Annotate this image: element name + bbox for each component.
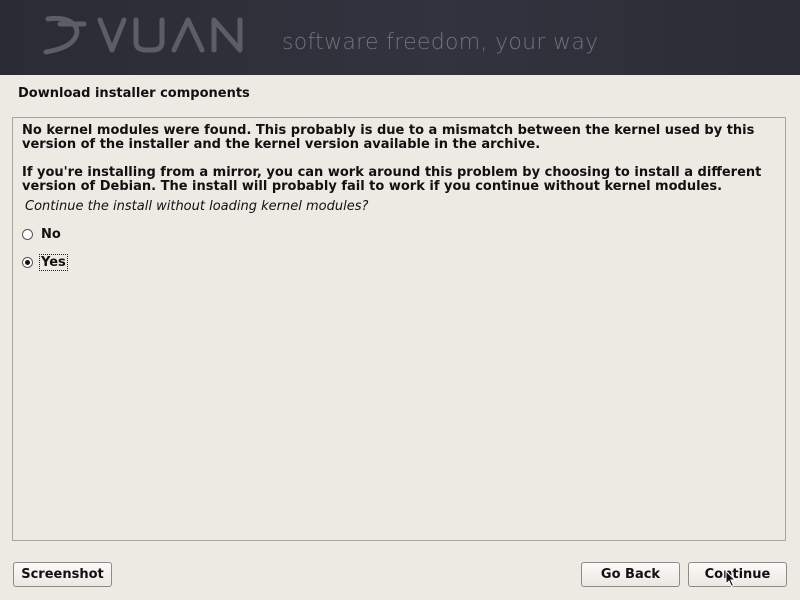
devuan-logo (43, 15, 243, 55)
option-yes-label[interactable]: Yes (39, 253, 68, 271)
header-banner: software freedom, your way (0, 0, 800, 75)
radio-button-no[interactable] (22, 228, 33, 240)
option-no[interactable]: No (22, 225, 62, 243)
option-yes[interactable]: Yes (22, 253, 68, 271)
option-no-label[interactable]: No (40, 227, 62, 242)
content-panel: No kernel modules were found. This proba… (12, 117, 786, 541)
go-back-button[interactable]: Go Back (581, 562, 680, 587)
step-title: Download installer components (18, 86, 250, 101)
continue-button[interactable]: Continue (688, 562, 787, 587)
message-paragraph-2: If you're installing from a mirror, you … (22, 165, 762, 194)
tagline: software freedom, your way (282, 30, 599, 55)
radio-button-yes[interactable] (22, 256, 33, 268)
question-label: Continue the install without loading ker… (25, 199, 369, 214)
message-paragraph-1: No kernel modules were found. This proba… (22, 123, 755, 152)
screenshot-button[interactable]: Screenshot (13, 562, 112, 587)
